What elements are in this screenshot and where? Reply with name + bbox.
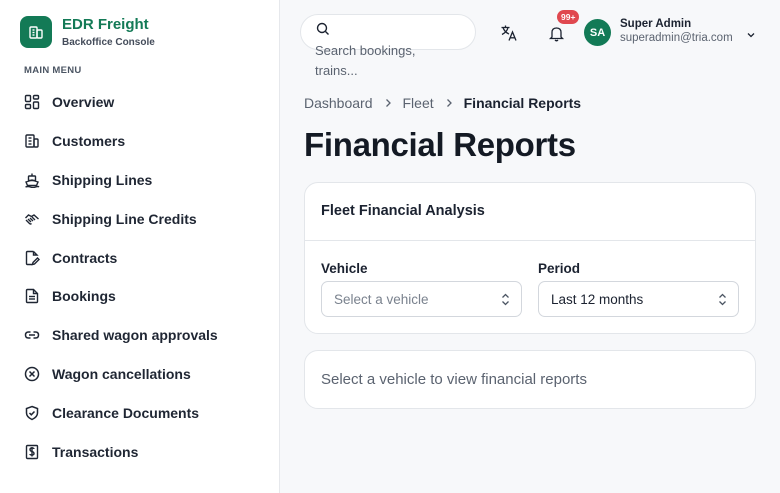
period-select-value: Last 12 months <box>551 292 644 307</box>
sidebar-item-label: Shipping Line Credits <box>52 210 197 227</box>
shield-check-icon <box>24 405 40 421</box>
sidebar-item-label: Wagon cancellations <box>52 365 191 382</box>
sidebar-item-label: Shared wagon approvals <box>52 327 218 344</box>
vehicle-label: Vehicle <box>321 261 368 276</box>
user-name[interactable]: Super Admin <box>620 18 691 30</box>
vehicle-select[interactable]: Select a vehicle <box>321 281 522 317</box>
sidebar-item-shipping-lines[interactable]: Shipping Lines <box>24 161 264 200</box>
empty-state-card: Select a vehicle to view financial repor… <box>304 350 756 409</box>
notification-count-badge: 99+ <box>557 10 580 24</box>
search-icon <box>316 22 330 41</box>
building-icon <box>20 16 52 48</box>
sidebar-item-contracts[interactable]: Contracts <box>24 238 264 277</box>
breadcrumb-current: Financial Reports <box>463 95 582 111</box>
sidebar-menu: Overview Customers Shipping Lines Shippi… <box>24 83 264 471</box>
file-pen-icon <box>24 250 40 266</box>
user-email: superadmin@tria.com <box>620 32 733 44</box>
sidebar-item-label: Contracts <box>52 249 118 266</box>
sidebar-item-overview[interactable]: Overview <box>24 83 264 122</box>
sidebar-item-bookings[interactable]: Bookings <box>24 277 264 316</box>
chevron-up-down-icon <box>501 293 510 311</box>
fleet-financial-analysis-card: Fleet Financial Analysis Vehicle Select … <box>304 182 756 334</box>
chevron-down-icon[interactable] <box>746 27 756 45</box>
sidebar-item-transactions[interactable]: Transactions <box>24 432 264 471</box>
chevron-right-icon <box>384 98 392 108</box>
period-select[interactable]: Last 12 months <box>538 281 739 317</box>
search-input[interactable]: Search bookings, trains... <box>300 14 476 78</box>
brand-title: EDR Freight <box>62 16 149 33</box>
brand[interactable]: EDR Freight Backoffice Console <box>20 16 155 48</box>
circle-x-icon <box>24 366 40 382</box>
dashboard-grid-icon <box>24 94 40 110</box>
sidebar-item-label: Transactions <box>52 443 139 460</box>
card-title: Fleet Financial Analysis <box>321 203 485 219</box>
building-icon <box>24 133 40 149</box>
sidebar-item-label: Bookings <box>52 288 116 305</box>
notifications-button[interactable] <box>545 22 567 44</box>
brand-subtitle: Backoffice Console <box>62 37 155 48</box>
sidebar-item-label: Customers <box>52 133 126 150</box>
chevron-right-icon <box>445 98 453 108</box>
divider <box>305 240 755 241</box>
dollar-receipt-icon <box>24 444 40 460</box>
translate-icon <box>501 25 517 41</box>
search-placeholder: Search bookings, trains... <box>315 43 416 78</box>
sidebar-item-shipping-line-credits[interactable]: Shipping Line Credits <box>24 199 264 238</box>
link-icon <box>24 327 40 343</box>
vehicle-select-placeholder: Select a vehicle <box>334 292 429 307</box>
page-title: Financial Reports <box>304 126 576 163</box>
sidebar: EDR Freight Backoffice Console MAIN MENU… <box>0 0 280 493</box>
sidebar-item-label: Overview <box>52 94 115 111</box>
bell-icon <box>548 26 564 41</box>
file-text-icon <box>24 288 40 304</box>
chevron-up-down-icon <box>718 293 727 311</box>
language-button[interactable] <box>498 22 520 44</box>
breadcrumb: Dashboard Fleet Financial Reports <box>304 95 581 111</box>
sidebar-item-label: Shipping Lines <box>52 171 153 188</box>
sidebar-item-clearance-documents[interactable]: Clearance Documents <box>24 393 264 432</box>
empty-state-message: Select a vehicle to view financial repor… <box>321 371 587 388</box>
sidebar-item-wagon-cancellations[interactable]: Wagon cancellations <box>24 355 264 394</box>
sidebar-item-label: Clearance Documents <box>52 404 200 421</box>
ship-icon <box>24 172 40 188</box>
avatar[interactable]: SA <box>584 19 611 46</box>
sidebar-item-shared-wagon-approvals[interactable]: Shared wagon approvals <box>24 316 264 355</box>
sidebar-item-customers[interactable]: Customers <box>24 122 264 161</box>
menu-section-label: MAIN MENU <box>24 65 82 76</box>
period-label: Period <box>538 261 581 276</box>
breadcrumb-fleet[interactable]: Fleet <box>403 95 434 111</box>
handshake-icon <box>24 211 40 227</box>
breadcrumb-dashboard[interactable]: Dashboard <box>304 95 373 111</box>
